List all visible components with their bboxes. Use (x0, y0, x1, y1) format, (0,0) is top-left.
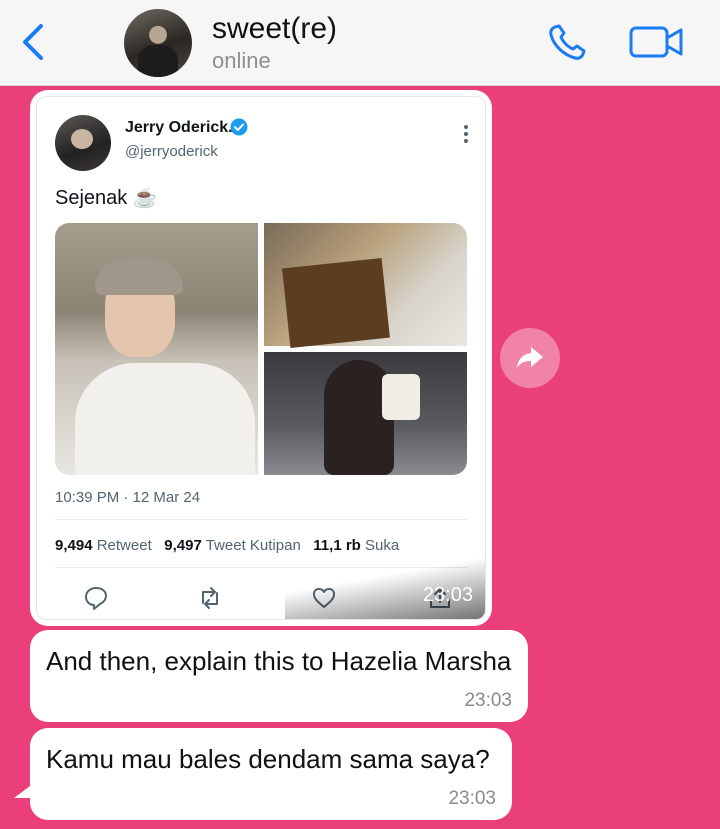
retweet-icon (202, 587, 218, 609)
tweet-stats: 9,494 Retweet 9,497 Tweet Kutipan 11,1 r… (55, 537, 399, 554)
message-text: Kamu mau bales dendam sama saya? (46, 744, 490, 774)
tweet-author-name: Jerry Oderick. (125, 119, 233, 136)
tweet-author-avatar (55, 115, 111, 171)
like-count: 11,1 rb (313, 537, 361, 554)
tweet-photo-cafe-menu (264, 223, 467, 349)
message-bubble[interactable]: Kamu mau bales dendam sama saya? 23:03 (30, 728, 512, 820)
voice-call-button[interactable] (546, 22, 590, 62)
contact-status: online (212, 48, 271, 73)
message-time: 23:03 (422, 584, 473, 606)
tweet-text: Sejenak ☕ (55, 187, 158, 209)
contact-name[interactable]: sweet(re) (212, 12, 337, 46)
quote-count: 9,497 (164, 537, 202, 554)
quote-label: Tweet Kutipan (205, 537, 301, 554)
tweet-card[interactable]: Jerry Oderick. @jerryoderick Sejenak ☕ 1… (36, 96, 486, 620)
video-camera-icon (629, 26, 683, 58)
message-time: 23:03 (464, 690, 512, 711)
retweet-label: Retweet (96, 537, 152, 554)
tweet-photo-man-cap (55, 223, 258, 475)
tweet-message-bubble[interactable]: Jerry Oderick. @jerryoderick Sejenak ☕ 1… (30, 90, 492, 626)
message-bubble[interactable]: And then, explain this to Hazelia Marsha… (30, 630, 528, 722)
tweet-photo-woman-mug (264, 352, 467, 475)
retweet-count: 9,494 (55, 537, 93, 554)
tweet-media-grid (55, 223, 467, 475)
divider (55, 519, 467, 520)
phone-icon (549, 24, 586, 60)
message-time: 23:03 (448, 788, 496, 809)
reply-icon (85, 587, 107, 610)
chevron-left-icon (23, 24, 43, 60)
video-call-button[interactable] (628, 22, 686, 62)
forward-button[interactable] (500, 328, 560, 388)
verified-badge-icon (230, 118, 248, 136)
tweet-timestamp: 10:39 PM · 12 Mar 24 (55, 489, 201, 506)
contact-avatar[interactable] (124, 9, 192, 77)
tweet-author-handle: @jerryoderick (125, 143, 218, 160)
message-text: And then, explain this to Hazelia Marsha (46, 646, 512, 676)
like-label: Suka (365, 537, 400, 554)
forward-arrow-icon (517, 347, 543, 368)
back-button[interactable] (14, 20, 50, 64)
chat-header: sweet(re) online (0, 0, 720, 86)
more-options-icon (464, 125, 468, 143)
